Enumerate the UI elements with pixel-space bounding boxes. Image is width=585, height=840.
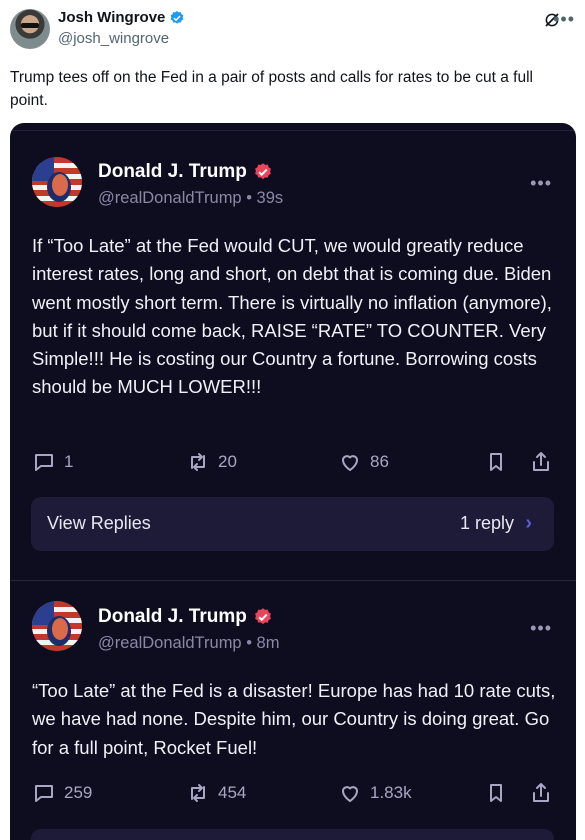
reply-count-label: 1 reply <box>459 513 514 533</box>
view-replies-button[interactable]: View Replies 1 reply › <box>31 497 554 551</box>
retruth-button[interactable]: 454 <box>186 781 246 805</box>
bookmark-button[interactable] <box>484 781 508 805</box>
view-replies-button[interactable] <box>31 829 554 840</box>
post-author-name[interactable]: Donald J. Trump <box>98 606 247 628</box>
share-icon <box>533 783 549 802</box>
post-divider <box>10 580 576 581</box>
post-body: If “Too Late” at the Fed would CUT, we w… <box>32 235 552 398</box>
tweet-text: Trump tees off on the Fed in a pair of p… <box>10 69 533 109</box>
like-icon <box>342 455 358 471</box>
reply-icon <box>35 454 53 471</box>
post-author-name[interactable]: Donald J. Trump <box>98 161 247 183</box>
post-actions: 1 20 86 <box>32 450 554 478</box>
more-icon[interactable]: ••• <box>530 618 552 639</box>
post-author-row: Donald J. Trump <box>98 161 273 183</box>
chevron-right-icon: › <box>525 512 532 534</box>
post-handle-time: @realDonaldTrump • 39s <box>98 189 284 207</box>
embedded-image[interactable]: Donald J. Trump @realDonaldTrump • 39s •… <box>10 123 576 840</box>
retruth-count: 454 <box>218 783 247 802</box>
tweet-header: Josh Wingrove @josh_wingrove ••• <box>10 9 575 51</box>
author-name-row: Josh Wingrove <box>58 9 185 26</box>
retruth-icon <box>191 784 205 802</box>
share-icon <box>533 452 549 471</box>
retruth-button[interactable]: 20 <box>186 450 237 474</box>
like-button[interactable]: 1.83k <box>338 781 412 805</box>
retruth-count: 20 <box>218 452 237 471</box>
post-author-row: Donald J. Trump <box>98 606 273 628</box>
view-replies-label: View Replies <box>47 513 151 533</box>
more-icon[interactable]: ••• <box>553 9 575 30</box>
bookmark-icon <box>490 453 502 471</box>
like-count: 86 <box>370 452 389 471</box>
author-handle[interactable]: @josh_wingrove <box>58 30 169 47</box>
like-count: 1.83k <box>370 783 412 802</box>
avatar[interactable] <box>32 601 82 651</box>
post-actions: 259 454 1.83k <box>32 781 554 809</box>
avatar[interactable] <box>32 157 82 207</box>
share-button[interactable] <box>529 450 553 474</box>
retruth-icon <box>191 453 205 471</box>
reply-count: 1 <box>64 452 74 471</box>
reply-icon <box>35 785 53 802</box>
bookmark-icon <box>490 784 502 802</box>
post-body: “Too Late” at the Fed is a disaster! Eur… <box>32 680 556 758</box>
verified-badge-icon <box>254 608 271 625</box>
reply-count: 259 <box>64 783 93 802</box>
verified-badge-icon <box>254 163 271 180</box>
reply-button[interactable]: 259 <box>32 781 92 805</box>
avatar[interactable] <box>10 9 50 49</box>
bookmark-button[interactable] <box>484 450 508 474</box>
like-icon <box>342 786 358 802</box>
author-name[interactable]: Josh Wingrove <box>58 9 165 26</box>
embed-top-edge <box>10 123 576 131</box>
reply-button[interactable]: 1 <box>32 450 73 474</box>
share-button[interactable] <box>529 781 553 805</box>
post-handle-time: @realDonaldTrump • 8m <box>98 634 280 652</box>
verified-badge-icon <box>171 10 184 24</box>
more-icon[interactable]: ••• <box>530 173 552 194</box>
like-button[interactable]: 86 <box>338 450 389 474</box>
